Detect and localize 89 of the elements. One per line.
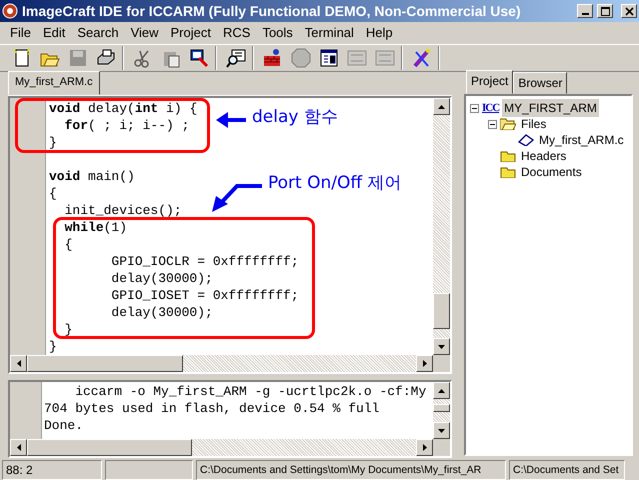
horizontal-scrollbar[interactable] [10, 355, 433, 372]
menu-item[interactable]: Edit [36, 23, 72, 43]
arrow [212, 184, 262, 212]
tree-item[interactable]: My_first_ARM.c [537, 131, 626, 149]
tree-item[interactable]: Files [519, 115, 548, 133]
down-arrow-icon [438, 428, 445, 432]
maximize-icon [600, 6, 610, 16]
menu-item[interactable]: Search [71, 23, 125, 43]
scroll-thumb[interactable] [433, 293, 450, 330]
scroll-right-button[interactable] [416, 439, 433, 456]
tree-item[interactable]: Headers [519, 147, 568, 165]
up-arrow-icon [438, 388, 445, 392]
expand-toggle[interactable] [470, 104, 479, 112]
up-arrow-icon [438, 104, 445, 108]
brick-wall-icon [263, 48, 283, 68]
minus-icon [470, 104, 479, 112]
scrollbar-corner [433, 439, 450, 456]
octagon-icon [291, 48, 311, 68]
code-line: } [49, 134, 57, 151]
project-logo: ICC [482, 100, 500, 116]
cursor-position: 88: 2 [2, 460, 102, 480]
menu-item[interactable]: View [124, 23, 165, 43]
menu-item[interactable]: Terminal [298, 23, 360, 43]
code-line: while(1) [64, 219, 128, 236]
right-arrow-icon [422, 444, 426, 451]
app-icon [2, 3, 18, 19]
scroll-thumb[interactable] [27, 355, 183, 372]
vertical-scrollbar[interactable] [433, 382, 450, 439]
scroll-thumb[interactable] [433, 404, 450, 412]
monitor-arrow-icon [189, 48, 209, 68]
tree-item[interactable]: MY_FIRST_ARM [502, 99, 599, 117]
menu-item[interactable]: Project [164, 23, 217, 43]
code-line: void delay(int i) { [49, 100, 198, 117]
minus-icon [488, 120, 497, 128]
scroll-down-button[interactable] [433, 422, 450, 439]
code-line: } [64, 321, 72, 338]
window-title: ImageCraft IDE for ICCARM (Fully Functional DEMO, Non-Commercial Use) [22, 2, 521, 21]
code-line: delay(30000); [110, 270, 213, 287]
code-line: { [64, 236, 72, 253]
file-path: C:\Documents and Set [509, 460, 625, 480]
scroll-up-button[interactable] [433, 98, 450, 115]
menu-item[interactable]: Tools [256, 23, 299, 43]
scroll-right-button[interactable] [416, 355, 433, 372]
menu-item[interactable]: RCS [216, 23, 256, 43]
code-line: void main() [49, 168, 135, 185]
open-folder-icon [500, 118, 516, 130]
left-arrow-icon [16, 444, 20, 451]
magic-wand-icon [412, 48, 432, 68]
scroll-down-button[interactable] [433, 338, 450, 355]
scroll-left-button[interactable] [10, 355, 27, 372]
output-line: 704 bytes used in flash, device 0.54 % full [44, 400, 380, 417]
arrow [216, 112, 246, 128]
scroll-up-button[interactable] [433, 382, 450, 399]
code-line: } [49, 338, 57, 355]
file-tab[interactable]: My_first_ARM.c [8, 70, 100, 95]
close-button[interactable] [621, 4, 637, 18]
scroll-thumb[interactable] [27, 439, 192, 456]
panel-tab[interactable]: Project [466, 70, 514, 94]
output-line: iccarm -o My_first_ARM -g -ucrtlpc2k.o -cf:My [74, 383, 428, 400]
line-gutter [10, 382, 42, 439]
minimize-button[interactable] [577, 4, 593, 18]
scrollbar-corner [433, 355, 450, 372]
file-path: C:\Documents and Settings\tom\My Documents\My_first_AR [196, 460, 506, 480]
menu-item[interactable]: Help [360, 23, 399, 43]
down-arrow-icon [438, 344, 445, 348]
scroll-left-button[interactable] [10, 439, 27, 456]
output-line: Done. [44, 417, 84, 434]
tree-item[interactable]: Documents [519, 163, 584, 181]
magnifier-document-icon [226, 48, 246, 68]
code-line: GPIO_IOSET = 0xffffffff; [110, 287, 299, 304]
annotation-text: Port On/Off 제어 [268, 172, 402, 195]
right-arrow-icon [422, 360, 426, 367]
code-line: GPIO_IOCLR = 0xffffffff; [110, 253, 299, 270]
left-arrow-icon [16, 360, 20, 367]
panel-tab[interactable]: Browser [513, 72, 568, 94]
expand-toggle[interactable] [488, 120, 497, 128]
code-line: for( ; i; i--) ; [64, 117, 190, 134]
new-page-icon [12, 48, 32, 68]
vertical-scrollbar[interactable] [433, 98, 450, 355]
annotation-text: delay 함수 [252, 106, 338, 129]
horizontal-scrollbar[interactable] [10, 439, 433, 456]
minimize-icon [582, 13, 588, 15]
maximize-button[interactable] [597, 4, 613, 18]
close-icon [624, 6, 634, 16]
code-line: delay(30000); [110, 304, 213, 321]
code-line: init_devices(); [64, 202, 182, 219]
code-line: { [49, 185, 57, 202]
menu-item[interactable]: File [4, 23, 37, 43]
window-list-icon [319, 48, 339, 68]
